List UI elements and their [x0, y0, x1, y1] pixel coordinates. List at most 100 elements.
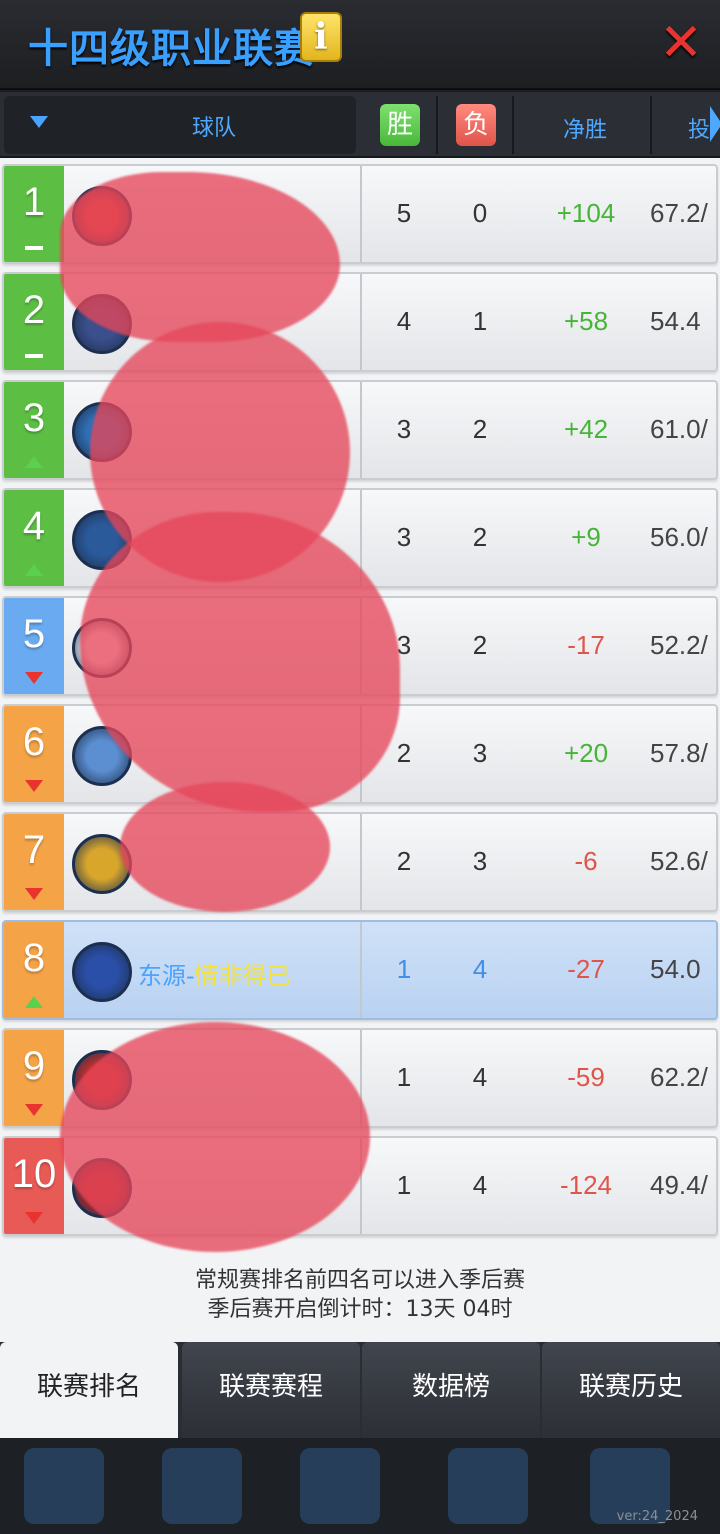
team-column-header[interactable]: 球队	[4, 96, 356, 154]
redaction-scribble	[120, 782, 330, 912]
rank-trend-icon	[25, 456, 43, 468]
losses-cell: 3	[472, 846, 488, 876]
rank-badge: 2	[4, 274, 64, 370]
shooting-pct-cell: 56.0/	[650, 522, 708, 552]
losses-cell: 2	[472, 522, 488, 552]
table-row[interactable]: 7 2 3 -6 52.6/	[2, 812, 718, 912]
version-label: ver:24_2024	[616, 1509, 698, 1524]
team-name-prefix: 东源-	[138, 962, 195, 990]
rank-trend-icon	[25, 354, 43, 358]
rank-trend-icon	[25, 564, 43, 576]
losses-cell: 4	[472, 1062, 488, 1092]
net-points-cell: +9	[571, 522, 601, 552]
rank-badge: 1	[4, 166, 64, 262]
nav-currency-icon[interactable]	[162, 1448, 242, 1524]
rank-number: 8	[22, 936, 46, 980]
close-icon[interactable]: ✕	[658, 17, 704, 69]
wins-cell: 3	[396, 522, 412, 552]
losses-cell: 3	[472, 738, 488, 768]
wins-cell: 3	[396, 414, 412, 444]
rank-badge: 8	[4, 922, 64, 1018]
losses-cell: 0	[472, 198, 488, 228]
wins-cell: 4	[396, 306, 412, 336]
nav-league-icon[interactable]	[300, 1448, 380, 1524]
rank-badge: 3	[4, 382, 64, 478]
rank-badge: 7	[4, 814, 64, 910]
team-logo-icon	[72, 942, 132, 1002]
net-points-cell: -27	[567, 954, 605, 984]
tab-league-schedule[interactable]: 联赛赛程	[182, 1342, 360, 1438]
losses-cell: 4	[472, 954, 488, 984]
shooting-pct-cell: 62.2/	[650, 1062, 708, 1092]
rank-badge: 5	[4, 598, 64, 694]
page-title: 十四级职业联赛	[28, 26, 315, 72]
playoff-rule-text: 常规赛排名前四名可以进入季后赛	[194, 1268, 525, 1293]
losses-cell: 2	[472, 630, 488, 660]
rank-badge: 10	[4, 1138, 64, 1234]
rank-trend-icon	[25, 1104, 43, 1116]
rank-badge: 4	[4, 490, 64, 586]
divider	[360, 922, 362, 1018]
net-points-cell: -59	[567, 1062, 605, 1092]
net-points-cell: -17	[567, 630, 605, 660]
shooting-pct-cell: 54.0	[650, 954, 701, 984]
shooting-pct-cell: 54.4	[650, 306, 701, 336]
losses-cell: 2	[472, 414, 488, 444]
divider	[436, 96, 438, 154]
team-name[interactable]: 东源-情非得已	[138, 956, 291, 991]
rank-trend-icon	[25, 888, 43, 900]
redaction-scribble	[60, 1022, 370, 1252]
rank-number: 5	[22, 612, 46, 656]
losses-cell: 4	[472, 1170, 488, 1200]
shooting-pct-cell: 67.2/	[650, 198, 708, 228]
tab-stats-board[interactable]: 数据榜	[362, 1342, 540, 1438]
tab-bar: 联赛排名 联赛赛程 数据榜 联赛历史	[0, 1342, 720, 1438]
tab-league-ranking[interactable]: 联赛排名	[0, 1342, 178, 1438]
wins-cell: 1	[396, 954, 412, 984]
rank-trend-icon	[25, 246, 43, 250]
net-points-cell: +42	[563, 414, 609, 444]
rank-trend-icon	[25, 996, 43, 1008]
sort-arrow-icon	[30, 116, 48, 128]
playoff-countdown-text: 季后赛开启倒计时：13天 04时	[207, 1297, 513, 1322]
divider	[360, 814, 362, 910]
shooting-pct-cell: 52.2/	[650, 630, 708, 660]
rank-number: 4	[22, 504, 46, 548]
shooting-pct-cell: 57.8/	[650, 738, 708, 768]
net-points-cell: +104	[556, 198, 616, 228]
shooting-column-header[interactable]: 投	[688, 112, 710, 144]
wins-cell: 1	[396, 1170, 412, 1200]
bottom-nav: ver:24_2024	[0, 1438, 720, 1534]
net-points-cell: +20	[563, 738, 609, 768]
rank-number: 6	[22, 720, 46, 764]
wins-cell: 1	[396, 1062, 412, 1092]
wins-cell: 2	[396, 846, 412, 876]
wins-cell: 5	[396, 198, 412, 228]
team-name-suffix: 情非得已	[194, 962, 291, 990]
rank-number: 10	[11, 1152, 57, 1196]
divider	[650, 96, 652, 154]
scroll-right-icon[interactable]	[710, 106, 720, 142]
standings-panel: 球队 胜 负 净胜 投 1 5 0 +104 67.2/ 2 4 1 +58 5…	[0, 92, 720, 1438]
info-icon[interactable]: i	[300, 12, 342, 62]
loss-column-header[interactable]: 负	[456, 104, 496, 146]
divider	[360, 382, 362, 478]
rank-badge: 9	[4, 1030, 64, 1126]
playoff-note: 常规赛排名前四名可以进入季后赛 季后赛开启倒计时：13天 04时	[0, 1266, 720, 1324]
rank-number: 1	[22, 180, 46, 224]
rank-trend-icon	[25, 1212, 43, 1224]
divider	[360, 274, 362, 370]
rank-trend-icon	[25, 780, 43, 792]
table-row[interactable]: 8 东源-情非得已 1 4 -27 54.0	[2, 920, 718, 1020]
rank-badge: 6	[4, 706, 64, 802]
net-column-header[interactable]: 净胜	[540, 112, 630, 144]
tab-league-history[interactable]: 联赛历史	[542, 1342, 720, 1438]
nav-trophy-icon[interactable]	[24, 1448, 104, 1524]
win-column-header[interactable]: 胜	[380, 104, 420, 146]
table-header: 球队 胜 负 净胜 投	[0, 92, 720, 158]
divider	[512, 96, 514, 154]
rank-number: 9	[22, 1044, 46, 1088]
nav-trade-icon[interactable]	[448, 1448, 528, 1524]
title-bar: 十四级职业联赛 i ✕	[0, 0, 720, 90]
shooting-pct-cell: 52.6/	[650, 846, 708, 876]
